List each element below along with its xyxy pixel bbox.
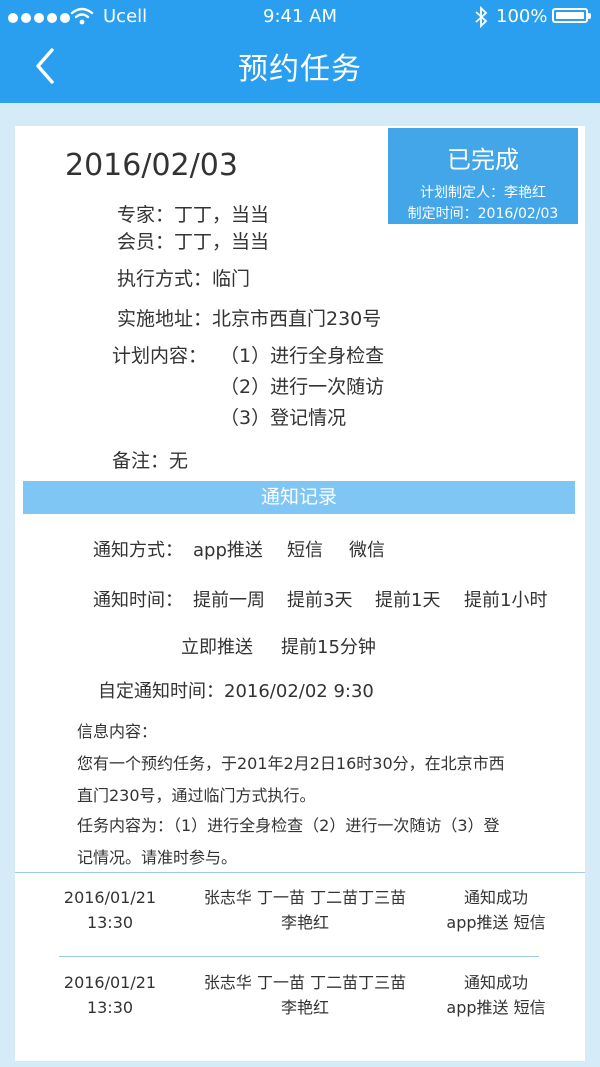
log-people: 张志华 丁一苗 丁二苗丁三苗	[203, 888, 407, 907]
notify-section-title: 通知记录	[23, 481, 575, 514]
message-line: 您有一个预约任务，于201年2月2日16时30分，在北京市西	[77, 754, 505, 773]
expert-field: 专家：丁丁，当当	[117, 204, 270, 226]
remark-field: 备注：无	[112, 450, 189, 472]
notify-time-option[interactable]: 提前1小时	[464, 586, 547, 612]
bluetooth-icon	[475, 6, 488, 28]
status-bar: Ucell 9:41 AM 100%	[0, 0, 600, 34]
notify-time-option[interactable]: 立即推送	[181, 633, 253, 659]
battery-percent: 100%	[496, 6, 548, 27]
log-channels: app推送 短信	[446, 998, 546, 1017]
page-title: 预约任务	[238, 52, 362, 87]
log-channels: app推送 短信	[446, 913, 546, 932]
log-people: 张志华 丁一苗 丁二苗丁三苗	[203, 973, 407, 992]
address-field: 实施地址：北京市西直门230号	[117, 308, 382, 330]
notify-method-label: 通知方式：	[93, 540, 183, 561]
log-time: 13:30	[86, 913, 134, 932]
planner-label: 计划制定人：李艳红	[420, 185, 546, 201]
custom-notify-time: 自定通知时间：2016/02/02 9:30	[98, 681, 374, 702]
log-result: 通知成功	[463, 973, 528, 992]
method-field: 执行方式：临门	[117, 268, 251, 290]
content-label: 计划内容：	[112, 345, 208, 367]
notify-time-option[interactable]: 提前1天	[375, 586, 440, 612]
message-label: 信息内容：	[77, 722, 158, 741]
log-divider	[59, 956, 539, 957]
message-line: 直门230号，通过临门方式执行。	[77, 786, 316, 805]
log-time: 13:30	[86, 998, 134, 1017]
notify-method-option[interactable]: 短信	[287, 536, 323, 562]
log-people: 李艳红	[280, 913, 329, 932]
battery-icon	[552, 8, 591, 23]
notify-time-label: 通知时间：	[93, 590, 183, 611]
notify-time-option[interactable]: 提前一周	[193, 586, 265, 612]
top-bar: Ucell 9:41 AM 100% 预约任务	[0, 0, 600, 103]
log-date: 2016/01/21	[63, 973, 157, 992]
message-line: 记情况。请准时参与。	[77, 848, 238, 867]
log-date: 2016/01/21	[63, 888, 157, 907]
member-field: 会员：丁丁，当当	[117, 231, 270, 253]
task-card: 2016/02/03 已完成 计划制定人：李艳红 制定时间：2016/02/03…	[15, 126, 585, 1061]
task-date: 2016/02/03	[65, 148, 238, 183]
content-item: （1）进行全身检查	[220, 345, 385, 367]
status-badge: 已完成 计划制定人：李艳红 制定时间：2016/02/03	[388, 128, 578, 224]
plan-time-label: 制定时间：2016/02/03	[407, 206, 559, 222]
log-result: 通知成功	[463, 888, 528, 907]
status-label: 已完成	[447, 146, 519, 174]
log-people: 李艳红	[280, 998, 329, 1017]
content-item: （3）登记情况	[220, 407, 347, 429]
notify-time-option[interactable]: 提前15分钟	[281, 633, 376, 659]
log-divider-top	[15, 872, 585, 873]
notify-method-option[interactable]: app推送	[193, 536, 263, 562]
notify-time-option[interactable]: 提前3天	[287, 586, 352, 612]
notify-method-option[interactable]: 微信	[349, 536, 385, 562]
message-line: 任务内容为：（1）进行全身检查（2）进行一次随访（3）登	[77, 816, 500, 835]
content-item: （2）进行一次随访	[220, 376, 385, 398]
